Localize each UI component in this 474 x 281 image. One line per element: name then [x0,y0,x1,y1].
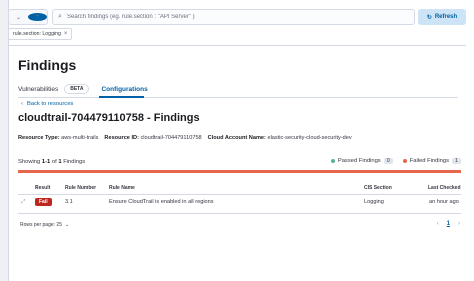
search-icon: ⌕ [58,13,62,20]
page-number[interactable]: 1 [447,221,450,227]
tab-vulnerabilities[interactable]: Vulnerabilities BETA [18,83,90,95]
refresh-icon: ↻ [426,14,432,21]
distribution-bar [18,170,461,173]
chevron-left-icon: ‹ [21,101,23,107]
resource-meta: Resource Type: aws-multi-trails Resource… [18,135,352,141]
tab-configurations[interactable]: Configurations [101,83,147,95]
passed-count: 0 [383,158,393,164]
cis-section: Logging [364,199,384,205]
tab-label: Configurations [101,85,148,93]
rule-number: 3.1 [65,199,73,205]
table-row[interactable]: ⤢ Fail 3.1 Ensure CloudTrail is enabled … [18,198,461,210]
passed-dot-icon [330,159,335,163]
header-cis-section[interactable]: CIS Section [364,185,392,191]
findings-counts: Passed Findings 0 Failed Findings 1 [330,158,461,164]
filter-pill-label: rule.section: Logging [13,31,61,37]
resource-title: cloudtrail-704479110758 - Findings [18,112,200,124]
divider [18,213,461,214]
cloud-account: Cloud Account Name: elastic-security-clo… [207,135,352,141]
divider [18,194,461,195]
prev-page-icon[interactable]: ‹ [437,221,439,227]
filter-controls[interactable]: ⌄ + [8,9,48,25]
chevron-down-icon: ⌄ [64,222,70,228]
page-title: Findings [18,57,77,73]
add-filter-button[interactable]: + [28,10,47,24]
chevron-down-icon[interactable]: ⌄ [9,10,28,24]
refresh-label: Refresh [434,14,458,20]
last-checked: an hour ago [429,199,459,205]
header-rule-number[interactable]: Rule Number [65,185,96,191]
close-icon[interactable]: × [64,31,68,37]
resource-id: Resource ID: cloudtrail-704479110758 [104,135,202,141]
tab-label: Vulnerabilities [18,85,59,93]
resource-type: Resource Type: aws-multi-trails [18,135,99,141]
passed-findings[interactable]: Passed Findings 0 [330,158,393,164]
showing-count: Showing 1-1 of 1 Findings [18,159,86,165]
beta-badge: BETA [64,84,90,94]
back-link-label: Back to resources [26,101,74,107]
rule-name: Ensure CloudTrail is enabled in all regi… [109,199,214,205]
header-result[interactable]: Result ↑ [35,185,50,191]
query-bar: ⌄ + ⌕ ↻ Refresh [8,9,466,27]
rows-per-page-select[interactable]: Rows per page: 25 ⌄ [20,222,69,228]
header-last-checked[interactable]: Last Checked [428,185,461,191]
failed-count: 1 [452,158,461,164]
divider [8,45,466,46]
tabs-divider [18,97,458,98]
table-header: Result ↑ Rule Number Rule Name CIS Secti… [18,185,461,192]
status-badge: Fail [35,198,52,206]
filter-pill[interactable]: rule.section: Logging × [8,28,73,40]
search-input[interactable] [67,14,397,20]
search-field[interactable]: ⌕ [52,9,415,25]
next-page-icon[interactable]: › [458,221,460,227]
failed-dot-icon [402,159,407,163]
back-to-resources-link[interactable]: ‹ Back to resources [21,101,73,107]
header-rule-name[interactable]: Rule Name [109,185,135,191]
tabs: Vulnerabilities BETA Configurations [18,83,148,97]
failed-findings[interactable]: Failed Findings 1 [402,158,461,164]
refresh-button[interactable]: ↻ Refresh [418,9,466,25]
plus-icon: + [28,13,47,21]
active-tab-indicator [99,96,144,98]
expand-icon[interactable]: ⤢ [21,199,25,206]
pagination: ‹ 1 › [437,221,460,227]
